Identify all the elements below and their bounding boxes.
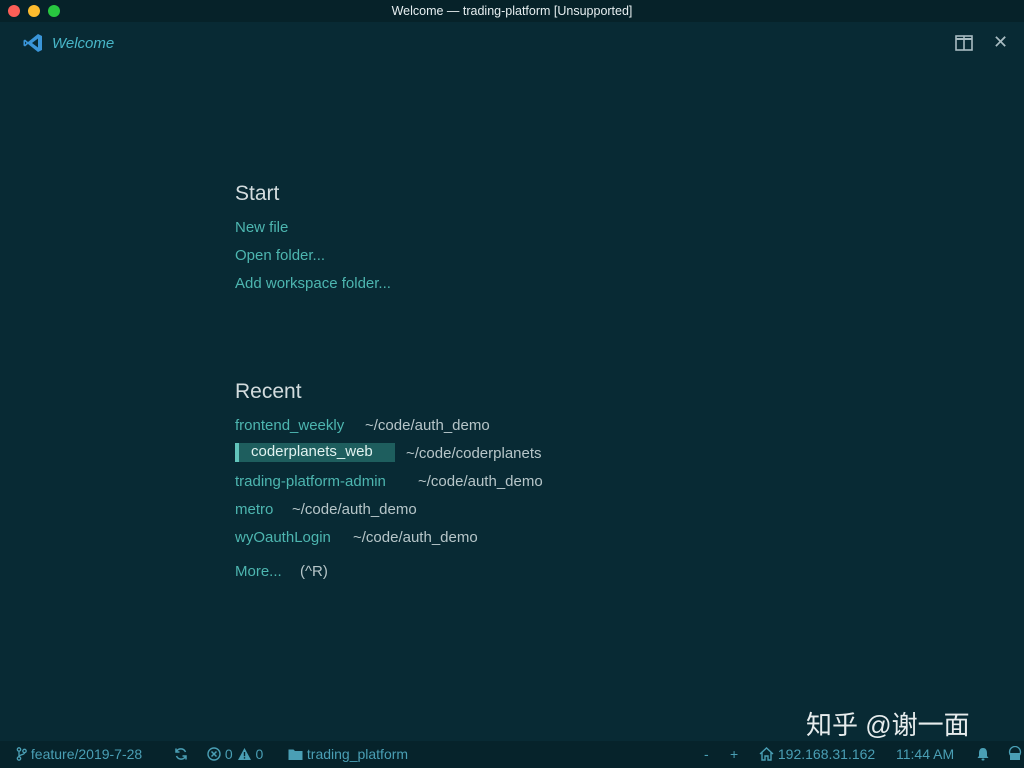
- bell-icon: [977, 748, 989, 761]
- warning-icon: [237, 748, 251, 760]
- split-editor-icon[interactable]: [955, 35, 973, 51]
- recent-heading: Recent: [235, 380, 302, 403]
- error-count: 0: [224, 746, 233, 762]
- recent-item-name[interactable]: coderplanets_web: [251, 443, 373, 460]
- branch-name: feature/2019-7-28: [30, 746, 143, 762]
- host-address: 192.168.31.162: [777, 746, 876, 762]
- editor-tab-bar: Welcome ✕: [0, 22, 1024, 64]
- close-icon[interactable]: ✕: [993, 32, 1008, 53]
- more-recent-shortcut: (^R): [300, 563, 328, 580]
- folder-icon: [288, 749, 303, 760]
- new-file-link[interactable]: New file: [235, 219, 288, 236]
- window-titlebar: Welcome — trading-platform [Unsupported]: [0, 0, 1024, 22]
- zoom-in-button[interactable]: +: [730, 746, 738, 762]
- vscode-logo-icon: [23, 34, 42, 52]
- notifications-button[interactable]: [976, 746, 990, 762]
- watermark: 知乎 @谢一面: [806, 710, 970, 740]
- open-folder-link[interactable]: Open folder...: [235, 247, 325, 264]
- folder-name: trading_platform: [306, 746, 409, 762]
- recent-item-path: ~/code/auth_demo: [418, 473, 543, 490]
- host-status[interactable]: 192.168.31.162: [759, 746, 875, 762]
- recent-item-path: ~/code/coderplanets: [406, 445, 542, 462]
- add-workspace-folder-link[interactable]: Add workspace folder...: [235, 275, 391, 292]
- zoom-out-button[interactable]: -: [704, 746, 709, 762]
- warning-count: 0: [255, 746, 264, 762]
- error-icon: [207, 747, 221, 761]
- problems-status[interactable]: 0 0: [207, 746, 263, 762]
- window-title: Welcome — trading-platform [Unsupported]: [391, 4, 633, 18]
- clock: 11:44 AM: [896, 746, 955, 762]
- tab-welcome[interactable]: Welcome: [52, 35, 114, 52]
- recent-item-selected[interactable]: coderplanets_web: [235, 443, 395, 462]
- status-bar: feature/2019-7-28 0 0 trading_platform -…: [0, 741, 1024, 768]
- recent-item-path: ~/code/auth_demo: [353, 529, 478, 546]
- home-icon: [759, 747, 774, 761]
- recent-item-name[interactable]: wyOauthLogin: [235, 529, 331, 546]
- recent-item-name[interactable]: trading-platform-admin: [235, 473, 386, 490]
- folder-status[interactable]: trading_platform: [288, 746, 408, 762]
- start-heading: Start: [235, 182, 280, 205]
- sync-button[interactable]: [174, 746, 188, 762]
- branch-status[interactable]: feature/2019-7-28: [16, 746, 142, 762]
- sync-icon: [175, 748, 187, 760]
- more-recent-link[interactable]: More...: [235, 563, 282, 580]
- feedback-icon: [1008, 745, 1022, 760]
- recent-item-name[interactable]: metro: [235, 501, 273, 518]
- feedback-button[interactable]: [1008, 745, 1022, 762]
- recent-item-name[interactable]: frontend_weekly: [235, 417, 344, 434]
- recent-item-path: ~/code/auth_demo: [292, 501, 417, 518]
- git-branch-icon: [16, 747, 27, 761]
- recent-item-path: ~/code/auth_demo: [365, 417, 490, 434]
